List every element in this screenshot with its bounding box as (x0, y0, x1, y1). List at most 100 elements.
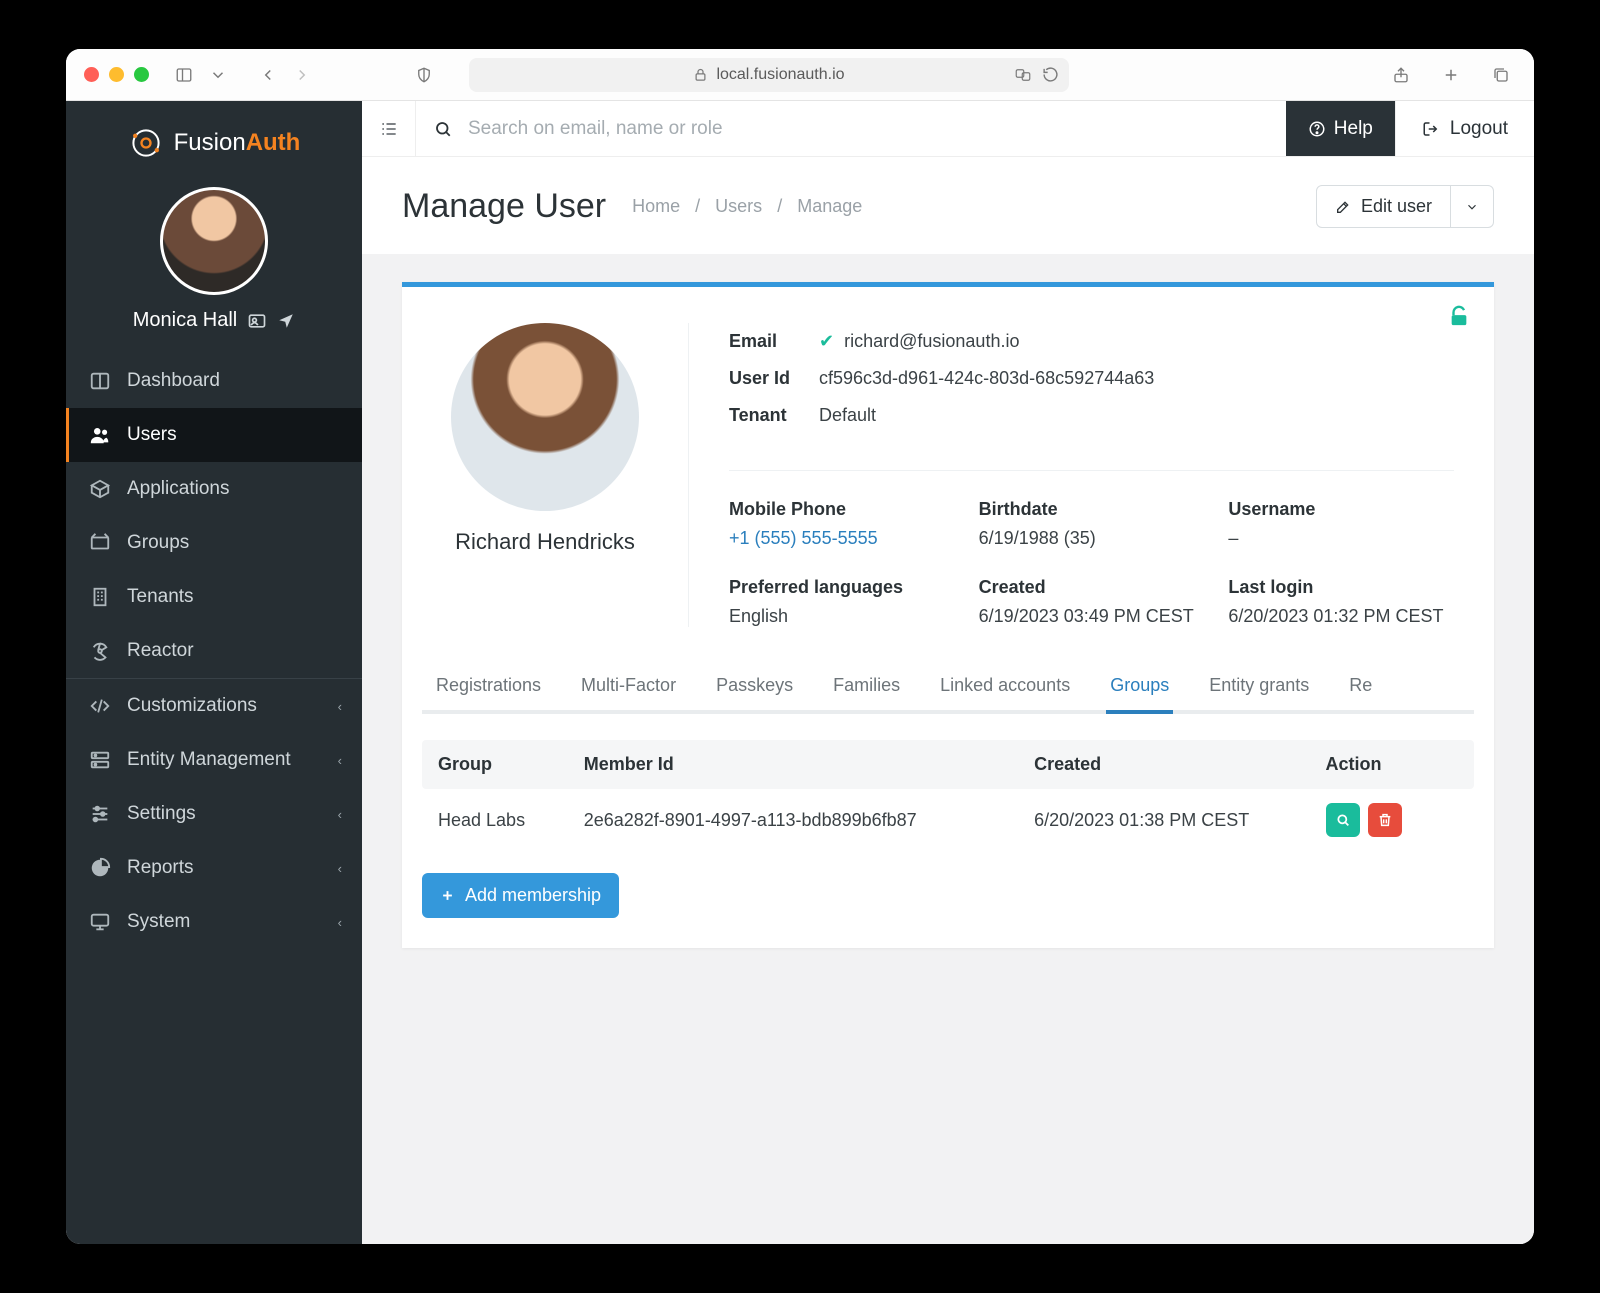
sidebar-item-groups[interactable]: Groups (66, 516, 362, 570)
brand-logo[interactable]: FusionAuth (66, 101, 362, 171)
chevron-down-icon[interactable] (203, 62, 233, 88)
tab-recent[interactable]: Re (1347, 663, 1374, 710)
label-last-login: Last login (1228, 577, 1454, 598)
tab-entity-grants[interactable]: Entity grants (1207, 663, 1311, 710)
user-preferred-languages: English (729, 606, 955, 627)
tab-linked-accounts[interactable]: Linked accounts (938, 663, 1072, 710)
delete-membership-button[interactable] (1368, 803, 1402, 837)
sidebar-item-label: Reports (127, 857, 194, 879)
col-action: Action (1326, 754, 1458, 775)
location-icon[interactable] (277, 312, 295, 330)
translate-icon[interactable] (1014, 66, 1032, 84)
columns-icon (89, 370, 111, 392)
breadcrumb-users[interactable]: Users (715, 196, 762, 216)
sidebar-item-applications[interactable]: Applications (66, 462, 362, 516)
sidebar-item-tenants[interactable]: Tenants (66, 570, 362, 624)
close-window-button[interactable] (84, 67, 99, 82)
label-username: Username (1228, 499, 1454, 520)
sidebar-item-dashboard[interactable]: Dashboard (66, 354, 362, 408)
reload-icon[interactable] (1042, 66, 1059, 84)
cube-icon (89, 478, 111, 500)
sidebar-item-label: Settings (127, 803, 196, 825)
forward-button[interactable] (287, 62, 317, 88)
new-tab-icon[interactable] (1436, 62, 1466, 88)
user-username: – (1228, 528, 1454, 549)
main-content: Help Logout Manage User Home / Users / M… (362, 101, 1534, 1244)
cell-group: Head Labs (438, 810, 584, 831)
col-created: Created (1034, 754, 1325, 775)
lock-icon (693, 67, 708, 82)
edit-user-dropdown[interactable] (1451, 185, 1494, 228)
sidebar-item-users[interactable]: Users (66, 408, 362, 462)
tabs-icon[interactable] (1486, 62, 1516, 88)
label-preferred-languages: Preferred languages (729, 577, 955, 598)
logout-label: Logout (1450, 118, 1508, 140)
tab-registrations[interactable]: Registrations (434, 663, 543, 710)
edit-user-button[interactable]: Edit user (1316, 185, 1451, 228)
top-toolbar: Help Logout (362, 101, 1534, 157)
search-input[interactable] (468, 118, 1268, 140)
tab-families[interactable]: Families (831, 663, 902, 710)
add-membership-button[interactable]: Add membership (422, 873, 619, 918)
help-button[interactable]: Help (1286, 101, 1395, 156)
label-mobile-phone: Mobile Phone (729, 499, 955, 520)
label-user-id: User Id (729, 368, 819, 389)
radiation-icon (89, 640, 111, 662)
mobile-phone-link[interactable]: +1 (555) 555-5555 (729, 528, 955, 549)
label-email: Email (729, 331, 819, 352)
user-tenant: Default (819, 405, 876, 426)
sidebar-item-reactor[interactable]: Reactor (66, 624, 362, 678)
sidebar-item-reports[interactable]: Reports ‹ (66, 841, 362, 895)
current-user-panel: Monica Hall (66, 171, 362, 354)
page-actions: Edit user (1316, 185, 1494, 228)
breadcrumb-home[interactable]: Home (632, 196, 680, 216)
back-button[interactable] (253, 62, 283, 88)
sidebar-item-label: Users (127, 424, 177, 446)
cell-member-id: 2e6a282f-8901-4997-a113-bdb899b6fb87 (584, 810, 1034, 831)
monitor-icon (89, 911, 111, 933)
view-membership-button[interactable] (1326, 803, 1360, 837)
breadcrumb-manage: Manage (797, 196, 862, 216)
share-icon[interactable] (1386, 62, 1416, 88)
id-card-icon[interactable] (247, 311, 267, 331)
col-group: Group (438, 754, 584, 775)
edit-user-label: Edit user (1361, 196, 1432, 217)
page-title: Manage User (402, 187, 606, 226)
sidebar-item-entity-management[interactable]: Entity Management ‹ (66, 733, 362, 787)
col-member-id: Member Id (584, 754, 1034, 775)
cell-created: 6/20/2023 01:38 PM CEST (1034, 810, 1325, 831)
user-card: Richard Hendricks Email ✔richard@fusiona… (402, 282, 1494, 948)
current-user-name: Monica Hall (133, 309, 237, 332)
sidebar-item-customizations[interactable]: Customizations ‹ (66, 679, 362, 733)
chevron-left-icon: ‹ (338, 861, 342, 876)
tab-groups[interactable]: Groups (1108, 663, 1171, 710)
search-icon (434, 120, 452, 138)
logout-button[interactable]: Logout (1395, 101, 1534, 156)
sidebar-item-settings[interactable]: Settings ‹ (66, 787, 362, 841)
unlock-icon[interactable] (1448, 305, 1470, 327)
maximize-window-button[interactable] (134, 67, 149, 82)
avatar[interactable] (160, 187, 268, 295)
window-controls (84, 67, 149, 82)
table-header: Group Member Id Created Action (422, 740, 1474, 789)
chevron-left-icon: ‹ (338, 807, 342, 822)
sidebar: FusionAuth Monica Hall Dashboard Users (66, 101, 362, 1244)
user-display-name: Richard Hendricks (442, 529, 648, 555)
sidebar-item-label: Applications (127, 478, 229, 500)
sidebar-item-label: Customizations (127, 695, 257, 717)
primary-navigation: Dashboard Users Applications Groups Tena… (66, 354, 362, 949)
sidebar-toggle-icon[interactable] (169, 62, 199, 88)
tab-multi-factor[interactable]: Multi-Factor (579, 663, 678, 710)
search-box (416, 101, 1286, 156)
chevron-left-icon: ‹ (338, 915, 342, 930)
shield-icon[interactable] (409, 62, 439, 88)
building-icon (89, 586, 111, 608)
tab-passkeys[interactable]: Passkeys (714, 663, 795, 710)
help-label: Help (1334, 118, 1373, 140)
minimize-window-button[interactable] (109, 67, 124, 82)
collapse-sidebar-button[interactable] (362, 101, 416, 156)
sidebar-item-system[interactable]: System ‹ (66, 895, 362, 949)
user-created: 6/19/2023 03:49 PM CEST (979, 606, 1205, 627)
add-membership-label: Add membership (465, 885, 601, 906)
address-bar[interactable]: local.fusionauth.io (469, 58, 1069, 92)
